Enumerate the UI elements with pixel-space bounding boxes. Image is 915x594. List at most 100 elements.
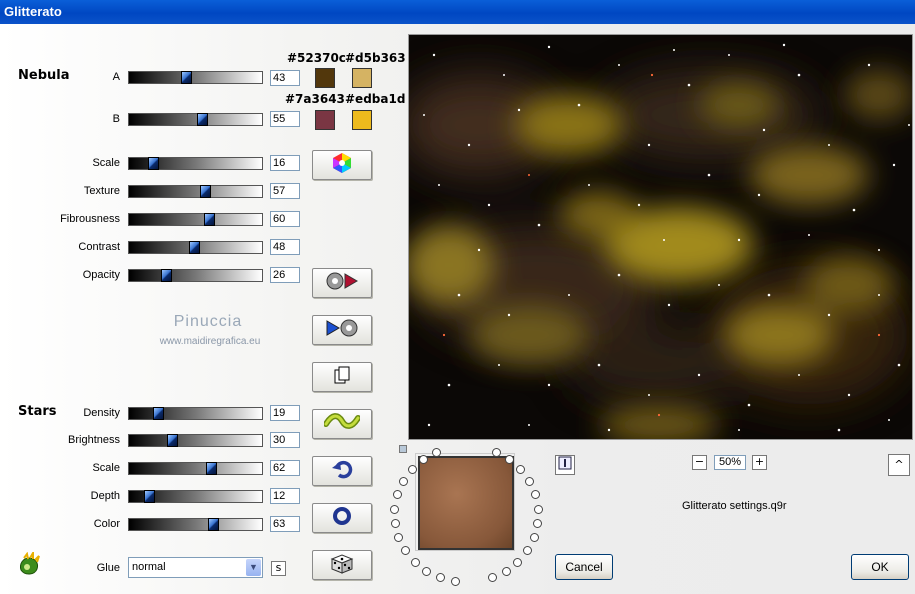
zoom-level: 50% bbox=[714, 455, 746, 470]
nebula-preview-image bbox=[409, 35, 912, 439]
slider-thumb[interactable] bbox=[181, 71, 193, 84]
slider-star-color[interactable] bbox=[128, 518, 263, 531]
value-field-a[interactable]: 43 bbox=[270, 70, 300, 86]
watermark-url: www.maidiregrafica.eu bbox=[159, 336, 261, 347]
navigator-dot[interactable] bbox=[513, 557, 523, 567]
slider-thumb[interactable] bbox=[206, 462, 218, 475]
play-reel-button[interactable] bbox=[312, 268, 372, 298]
slider-label-fibrousness: Fibrousness bbox=[60, 213, 120, 225]
chevron-down-icon[interactable]: ▼ bbox=[246, 559, 261, 576]
value-field-nebula-scale[interactable]: 16 bbox=[270, 155, 300, 171]
slider-contrast[interactable] bbox=[128, 241, 263, 254]
zoom-in-button[interactable]: + bbox=[752, 455, 767, 470]
slider-thumb[interactable] bbox=[197, 113, 209, 126]
value-field-brightness[interactable]: 30 bbox=[270, 432, 300, 448]
collapse-button[interactable]: ^ bbox=[888, 454, 910, 476]
slider-depth[interactable] bbox=[128, 490, 263, 503]
slider-star-scale[interactable] bbox=[128, 462, 263, 475]
slider-label-opacity: Opacity bbox=[82, 269, 120, 281]
glue-label: Glue bbox=[96, 562, 120, 574]
navigator-dot[interactable] bbox=[410, 557, 420, 567]
play-reel-icon bbox=[325, 271, 359, 295]
wave-icon bbox=[323, 412, 361, 436]
navigator-dot[interactable] bbox=[390, 519, 400, 529]
slider-nebula-scale[interactable] bbox=[128, 157, 263, 170]
random-colors-button[interactable] bbox=[312, 150, 372, 180]
slider-opacity[interactable] bbox=[128, 269, 263, 282]
value-field-fibrousness[interactable]: 60 bbox=[270, 211, 300, 227]
s-button[interactable]: s bbox=[271, 561, 286, 576]
value-field-star-color[interactable]: 63 bbox=[270, 516, 300, 532]
navigator-dot[interactable] bbox=[450, 577, 460, 587]
slider-label-b: B bbox=[112, 113, 120, 125]
slider-thumb[interactable] bbox=[199, 185, 211, 198]
value-field-density[interactable]: 19 bbox=[270, 405, 300, 421]
random-button[interactable] bbox=[312, 550, 372, 580]
color-hex-a2: #d5b363 bbox=[345, 51, 406, 65]
color-wheel-icon bbox=[331, 152, 353, 178]
settings-filename: Glitterato settings.q9r bbox=[682, 500, 787, 512]
zoom-out-button[interactable]: − bbox=[692, 455, 707, 470]
navigator-handle[interactable] bbox=[399, 445, 407, 453]
slider-label-color: Color bbox=[93, 518, 120, 530]
color-swatch-b1[interactable] bbox=[315, 110, 335, 130]
navigator-dot[interactable] bbox=[407, 465, 417, 475]
value-field-contrast[interactable]: 48 bbox=[270, 239, 300, 255]
reset-button[interactable] bbox=[312, 503, 372, 533]
slider-thumb[interactable] bbox=[166, 434, 178, 447]
slider-b[interactable] bbox=[128, 113, 263, 126]
copy-icon bbox=[332, 365, 352, 389]
ok-button[interactable]: OK bbox=[851, 554, 909, 580]
value-field-opacity[interactable]: 26 bbox=[270, 267, 300, 283]
value-field-star-scale[interactable]: 62 bbox=[270, 460, 300, 476]
color-swatch-a2[interactable] bbox=[352, 68, 372, 88]
slider-a[interactable] bbox=[128, 71, 263, 84]
slider-label-star-scale: Scale bbox=[92, 462, 120, 474]
slider-label-density: Density bbox=[83, 407, 120, 419]
slider-texture[interactable] bbox=[128, 185, 263, 198]
slider-thumb[interactable] bbox=[143, 490, 155, 503]
glue-select-value: normal bbox=[132, 561, 166, 573]
color-hex-b1: #7a3643 bbox=[285, 92, 345, 106]
copy-button[interactable] bbox=[312, 362, 372, 392]
navigator-dot[interactable] bbox=[491, 448, 501, 458]
slider-thumb[interactable] bbox=[203, 213, 215, 226]
slider-label-texture: Texture bbox=[83, 185, 120, 197]
navigator-dot[interactable] bbox=[398, 477, 408, 487]
info-icon bbox=[558, 456, 572, 473]
color-swatch-a1[interactable] bbox=[315, 68, 335, 88]
cancel-button[interactable]: Cancel bbox=[555, 554, 613, 580]
reel-play-button[interactable] bbox=[312, 315, 372, 345]
slider-label-brightness: Brightness bbox=[68, 434, 120, 446]
ring-icon bbox=[331, 505, 353, 531]
slider-label-a: A bbox=[112, 71, 120, 83]
slider-thumb[interactable] bbox=[207, 518, 219, 531]
slider-density[interactable] bbox=[128, 407, 263, 420]
thumbnail-image[interactable] bbox=[418, 456, 514, 550]
color-hex-a1: #52370c bbox=[287, 51, 346, 65]
slider-fibrousness[interactable] bbox=[128, 213, 263, 226]
wave-button[interactable] bbox=[312, 409, 372, 439]
color-swatch-b2[interactable] bbox=[352, 110, 372, 130]
window-title: Glitterato bbox=[4, 4, 62, 19]
dice-icon bbox=[330, 552, 354, 578]
slider-thumb[interactable] bbox=[153, 407, 165, 420]
watermark-name: Pinuccia bbox=[173, 313, 243, 330]
slider-thumb[interactable] bbox=[147, 157, 159, 170]
undo-icon bbox=[331, 458, 353, 484]
slider-thumb[interactable] bbox=[189, 241, 201, 254]
nebula-preview[interactable] bbox=[408, 34, 913, 440]
navigator-dot[interactable] bbox=[533, 504, 543, 514]
slider-thumb[interactable] bbox=[161, 269, 173, 282]
info-button[interactable] bbox=[555, 455, 575, 475]
slider-brightness[interactable] bbox=[128, 434, 263, 447]
value-field-b[interactable]: 55 bbox=[270, 111, 300, 127]
glue-select[interactable]: normal ▼ bbox=[128, 557, 263, 578]
title-bar: Glitterato bbox=[0, 0, 915, 24]
navigator-dot[interactable] bbox=[501, 566, 511, 576]
navigator-dot[interactable] bbox=[529, 533, 539, 543]
value-field-texture[interactable]: 57 bbox=[270, 183, 300, 199]
navigator-dot[interactable] bbox=[390, 504, 400, 514]
undo-button[interactable] bbox=[312, 456, 372, 486]
value-field-depth[interactable]: 12 bbox=[270, 488, 300, 504]
